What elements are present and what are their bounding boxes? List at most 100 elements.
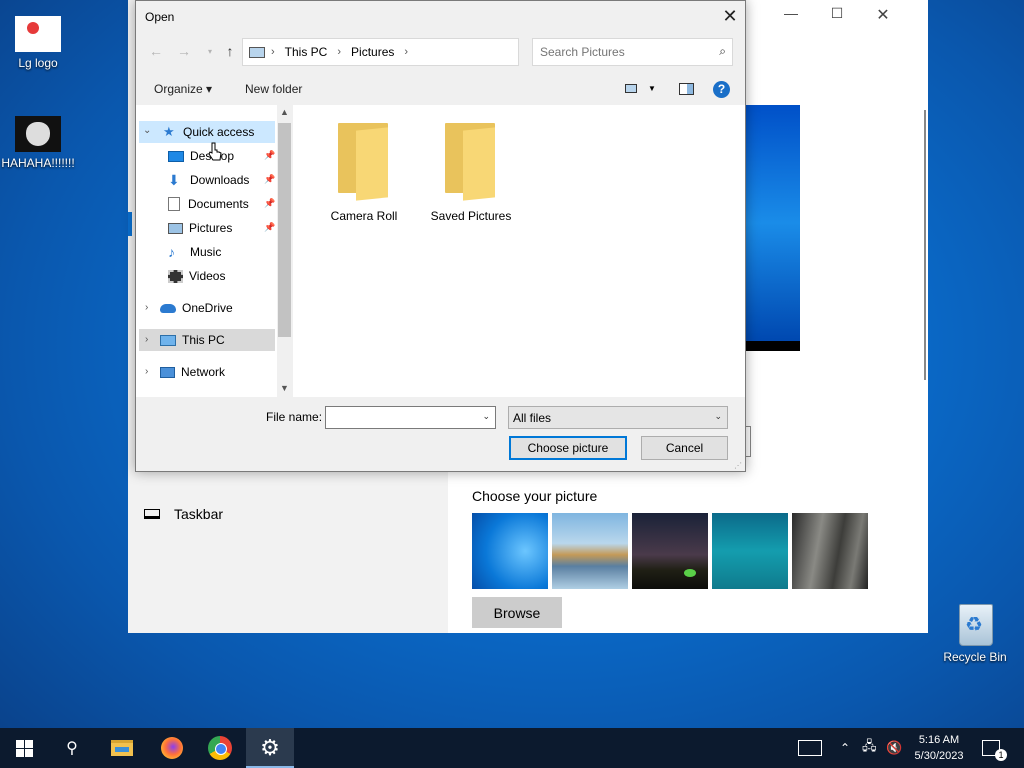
recent-locations-button[interactable]: ▾ (200, 47, 220, 67)
pictures-icon (168, 222, 183, 234)
search-input[interactable] (533, 39, 703, 65)
sidebar-item-label: OneDrive (182, 301, 233, 315)
onedrive-expand-icon[interactable]: › (145, 302, 148, 313)
file-name-combobox[interactable]: ⌄ (325, 406, 496, 429)
browse-button[interactable]: Browse (472, 597, 562, 628)
picture-thumbnail[interactable] (792, 513, 868, 589)
address-bar[interactable]: › This PC › Pictures › ⌄ ↻ (242, 38, 608, 66)
lg-logo-desktop-icon[interactable]: Lg logo (0, 16, 78, 70)
network-icon: 🖧 (862, 738, 877, 753)
sidebar-item-label: Videos (189, 269, 226, 283)
windows-logo-icon (15, 739, 33, 757)
volume-tray-button[interactable]: 🔇 (886, 728, 902, 768)
help-icon[interactable]: ? (713, 81, 730, 98)
scrollbar-thumb[interactable] (278, 123, 291, 337)
settings-nav-taskbar-label: Taskbar (174, 506, 224, 522)
settings-maximize-button[interactable]: ☐ (814, 5, 860, 22)
search-icon: ⚲ (66, 740, 78, 757)
folder-icon (338, 123, 390, 201)
sidebar-item-label: Music (190, 245, 222, 259)
chrome-taskbar-button[interactable] (196, 728, 244, 768)
star-icon: ★ (163, 124, 175, 139)
taskbar-search-button[interactable]: ⚲ (48, 728, 96, 768)
settings-close-button[interactable]: ✕ (860, 5, 906, 25)
breadcrumb-this-pc[interactable]: This PC (285, 45, 328, 59)
gear-icon: ⚙ (260, 735, 280, 760)
chevron-down-icon[interactable]: ⌄ (714, 411, 722, 422)
chevron-up-icon: ⌃ (840, 741, 851, 755)
picture-thumbnail[interactable] (552, 513, 628, 589)
dialog-close-button[interactable]: ✕ (716, 5, 744, 27)
folder-item-camera-roll[interactable]: Camera Roll (319, 123, 409, 223)
network-expand-icon[interactable]: › (145, 366, 148, 377)
quick-access-expand-icon[interactable]: ⌄ (143, 125, 151, 136)
breadcrumb-separator[interactable]: › (404, 46, 408, 58)
file-type-value: All files (513, 411, 552, 425)
scroll-down-icon[interactable]: ▼ (280, 383, 289, 393)
computer-icon (160, 334, 176, 346)
picture-thumbnail[interactable] (472, 513, 548, 589)
forward-button[interactable]: → (174, 43, 194, 63)
hahaha-label: HAHAHA!!!!!!! (1, 156, 75, 170)
trollface-icon (15, 116, 61, 152)
settings-scrollbar[interactable] (924, 110, 926, 380)
network-icon (160, 366, 175, 378)
organize-menu-button[interactable]: Organize ▾ (154, 82, 212, 96)
lg-logo-icon (15, 16, 61, 52)
settings-minimize-button[interactable]: — (768, 5, 814, 21)
news-and-interests-button[interactable] (798, 728, 822, 768)
download-arrow-icon: ⬇ (168, 172, 180, 188)
search-box[interactable]: ⌕ (532, 38, 733, 66)
resize-grip-icon[interactable]: ⋰ (734, 461, 742, 470)
picture-thumbnail[interactable] (712, 513, 788, 589)
document-icon (168, 197, 180, 211)
chevron-down-icon[interactable]: ⌄ (482, 411, 490, 422)
sidebar-item-quick-access[interactable]: ★ Quick access (163, 121, 254, 143)
taskbar-icon (144, 509, 160, 519)
volume-muted-icon: 🔇 (886, 740, 903, 755)
breadcrumb-separator[interactable]: › (271, 46, 275, 58)
picture-thumbnail[interactable] (632, 513, 708, 589)
settings-nav-taskbar[interactable]: Taskbar (144, 506, 223, 522)
search-icon[interactable]: ⌕ (719, 44, 726, 59)
new-folder-button[interactable]: New folder (245, 82, 302, 96)
sidebar-item-downloads[interactable]: ⬇ Downloads (168, 169, 249, 191)
file-explorer-icon (111, 740, 133, 756)
start-button[interactable] (0, 728, 48, 768)
up-button[interactable]: ↑ (220, 43, 240, 63)
cancel-button[interactable]: Cancel (641, 436, 728, 460)
file-type-select[interactable]: All files ⌄ (508, 406, 728, 429)
sidebar-item-onedrive[interactable]: OneDrive (160, 297, 233, 319)
back-button[interactable]: ← (146, 43, 166, 63)
sidebar-item-documents[interactable]: Documents (168, 193, 249, 215)
breadcrumb-separator[interactable]: › (337, 46, 341, 58)
network-tray-button[interactable]: 🖧 (862, 728, 877, 768)
preview-pane-icon[interactable] (679, 83, 694, 95)
show-hidden-icons-button[interactable]: ⌃ (840, 728, 850, 768)
breadcrumb-pictures[interactable]: Pictures (351, 45, 394, 59)
firefox-taskbar-button[interactable] (148, 728, 196, 768)
change-view-icon[interactable] (625, 84, 637, 93)
recycle-bin-desktop-icon[interactable]: Recycle Bin (935, 602, 1015, 664)
folder-item-saved-pictures[interactable]: Saved Pictures (426, 123, 516, 223)
sidebar-item-this-pc[interactable]: This PC (160, 329, 225, 351)
sidebar-item-pictures[interactable]: Pictures (168, 217, 232, 239)
scroll-up-icon[interactable]: ▲ (280, 107, 289, 117)
file-name-label: File name: (266, 410, 323, 424)
view-options-dropdown-icon[interactable]: ▼ (648, 84, 656, 93)
hahaha-desktop-icon[interactable]: HAHAHA!!!!!!! (0, 116, 78, 170)
this-pc-icon (249, 46, 265, 58)
sidebar-item-network[interactable]: Network (160, 361, 225, 383)
clock[interactable]: 5:16 AM 5/30/2023 (912, 728, 966, 768)
navigation-scrollbar[interactable]: ▲ ▼ (277, 105, 292, 397)
file-name-input[interactable] (326, 407, 476, 428)
notification-center-button[interactable]: 1 (982, 728, 1007, 768)
choose-picture-button[interactable]: Choose picture (509, 436, 627, 460)
settings-taskbar-button[interactable]: ⚙ (246, 728, 294, 768)
sidebar-item-videos[interactable]: Videos (168, 265, 225, 287)
sidebar-item-desktop[interactable]: Desktop (168, 145, 234, 167)
this-pc-expand-icon[interactable]: › (145, 334, 148, 345)
sidebar-item-music[interactable]: ♪ Music (168, 241, 221, 263)
file-explorer-taskbar-button[interactable] (98, 728, 146, 768)
cloud-icon (160, 303, 176, 313)
